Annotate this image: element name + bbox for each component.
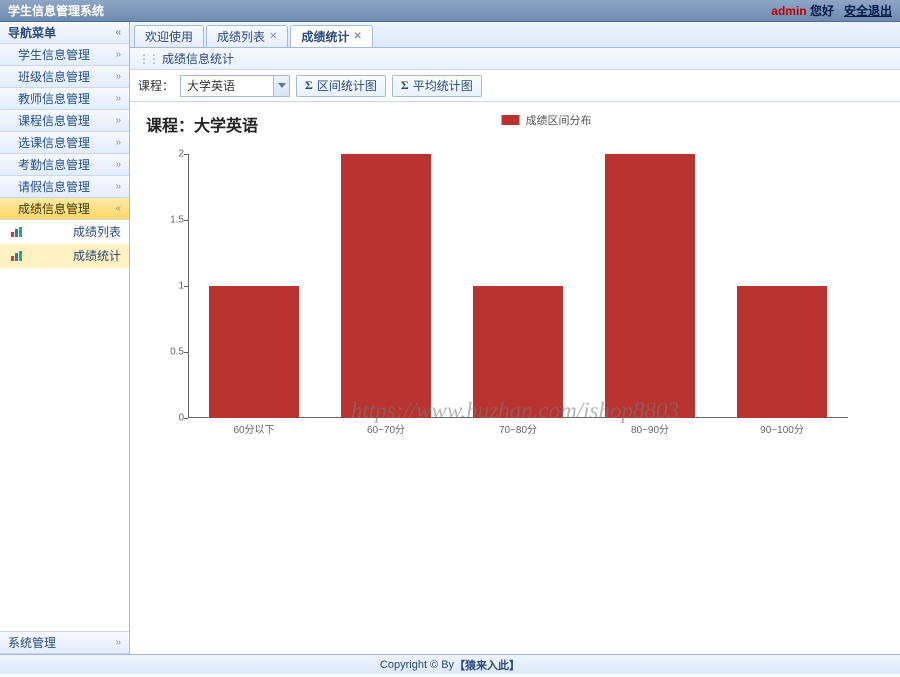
button-label: 区间统计图 — [317, 77, 377, 94]
interval-chart-button[interactable]: Σ 区间统计图 — [296, 75, 386, 97]
logout-link[interactable]: 安全退出 — [844, 2, 892, 19]
chart-legend: 成绩区间分布 — [502, 112, 592, 128]
grip-icon: ⋮⋮ — [138, 52, 158, 66]
sidebar-item-leave[interactable]: 请假信息管理 » — [0, 176, 129, 198]
sidebar-submenu: 成绩列表 成绩统计 — [0, 220, 129, 632]
sidebar-sub-label: 成绩列表 — [73, 221, 121, 243]
chevron-icon: » — [115, 132, 121, 154]
chart-bar — [209, 286, 299, 418]
x-tick-label: 60~70分 — [367, 421, 405, 436]
sidebar-item-select[interactable]: 选课信息管理 » — [0, 132, 129, 154]
app-title: 学生信息管理系统 — [8, 2, 104, 19]
close-icon[interactable]: ✕ — [353, 31, 361, 42]
sidebar: 导航菜单 « 学生信息管理 » 班级信息管理 » 教师信息管理 » 课程信息管理 » 选… — [0, 22, 130, 654]
bar-chart-icon — [10, 226, 24, 238]
greet-text: 您好 — [810, 4, 834, 18]
chart-bar — [605, 154, 695, 418]
y-tick-label: 1 — [160, 281, 184, 292]
tab-label: 欢迎使用 — [145, 28, 193, 45]
sigma-icon: Σ — [401, 78, 409, 93]
y-tick — [184, 418, 188, 419]
y-tick — [184, 154, 188, 155]
y-axis — [188, 154, 189, 418]
y-tick-label: 2 — [160, 149, 184, 160]
x-tick-label: 60分以下 — [233, 421, 274, 436]
avg-chart-button[interactable]: Σ 平均统计图 — [392, 75, 482, 97]
app-header: 学生信息管理系统 admin 您好 安全退出 — [0, 0, 900, 22]
chart-area: 课程：大学英语 成绩区间分布 00.511.5260分以下60~70分70~80… — [130, 102, 900, 654]
y-tick-label: 1.5 — [160, 215, 184, 226]
x-tick-label: 90~100分 — [760, 421, 804, 436]
sidebar-item-label: 成绩信息管理 — [18, 198, 90, 220]
tab-welcome[interactable]: 欢迎使用 — [134, 25, 204, 47]
sidebar-item-class[interactable]: 班级信息管理 » — [0, 66, 129, 88]
sidebar-sub-score-list[interactable]: 成绩列表 — [0, 220, 129, 244]
y-tick — [184, 286, 188, 287]
course-select-value: 大学英语 — [187, 77, 235, 94]
chevron-icon: » — [115, 110, 121, 132]
sidebar-sub-score-stats[interactable]: 成绩统计 — [0, 244, 129, 268]
toolbar: 课程： 大学英语 Σ 区间统计图 Σ 平均统计图 — [130, 70, 900, 102]
chevron-icon: » — [115, 66, 121, 88]
chevron-icon: » — [115, 176, 121, 198]
chevron-icon: » — [115, 632, 121, 654]
y-tick-label: 0 — [160, 413, 184, 424]
tab-bar: 欢迎使用 成绩列表 ✕ 成绩统计 ✕ — [130, 22, 900, 48]
button-label: 平均统计图 — [413, 77, 473, 94]
y-tick — [184, 352, 188, 353]
legend-swatch — [502, 115, 520, 125]
chart-bar — [737, 286, 827, 418]
sidebar-item-student[interactable]: 学生信息管理 » — [0, 44, 129, 66]
y-tick — [184, 220, 188, 221]
sidebar-item-label: 系统管理 — [8, 632, 56, 654]
sidebar-title-label: 导航菜单 — [8, 22, 56, 44]
chart-bar — [341, 154, 431, 418]
chevron-icon: « — [115, 198, 121, 220]
sidebar-item-label: 选课信息管理 — [18, 132, 90, 154]
sidebar-item-teacher[interactable]: 教师信息管理 » — [0, 88, 129, 110]
chart-plot: 00.511.5260分以下60~70分70~80分80~90分90~100分 — [188, 154, 848, 434]
x-tick-label: 70~80分 — [499, 421, 537, 436]
panel-subtitle-bar: ⋮⋮ 成绩信息统计 — [130, 48, 900, 70]
sidebar-item-attend[interactable]: 考勤信息管理 » — [0, 154, 129, 176]
sigma-icon: Σ — [305, 78, 313, 93]
chevron-icon: » — [115, 44, 121, 66]
legend-label: 成绩区间分布 — [526, 112, 592, 128]
sidebar-item-score[interactable]: 成绩信息管理 « — [0, 198, 129, 220]
chevron-down-icon — [273, 76, 289, 96]
course-label: 课程： — [138, 77, 174, 94]
chevron-icon: » — [115, 88, 121, 110]
chart-bar — [473, 286, 563, 418]
sidebar-item-label: 课程信息管理 — [18, 110, 90, 132]
sidebar-item-course[interactable]: 课程信息管理 » — [0, 110, 129, 132]
tab-label: 成绩列表 — [217, 28, 265, 45]
sidebar-item-label: 请假信息管理 — [18, 176, 90, 198]
course-select[interactable]: 大学英语 — [180, 75, 290, 97]
footer: Copyright © By 【猿来入此】 — [0, 654, 900, 674]
tab-score-list[interactable]: 成绩列表 ✕ — [206, 25, 288, 47]
sidebar-item-label: 学生信息管理 — [18, 44, 90, 66]
tab-label: 成绩统计 — [301, 28, 349, 45]
bar-chart-icon — [10, 250, 24, 262]
current-user: admin — [771, 4, 806, 18]
collapse-icon[interactable]: « — [115, 22, 121, 44]
footer-prefix: Copyright © By — [380, 659, 454, 671]
footer-author: 【猿来入此】 — [454, 657, 520, 673]
y-tick-label: 0.5 — [160, 347, 184, 358]
main-panel: 欢迎使用 成绩列表 ✕ 成绩统计 ✕ ⋮⋮ 成绩信息统计 课程： 大学英语 Σ 区间统… — [130, 22, 900, 654]
x-tick-label: 80~90分 — [631, 421, 669, 436]
sidebar-item-label: 考勤信息管理 — [18, 154, 90, 176]
chevron-icon: » — [115, 154, 121, 176]
sidebar-item-system[interactable]: 系统管理 » — [0, 632, 129, 654]
sidebar-title: 导航菜单 « — [0, 22, 129, 44]
tab-score-stats[interactable]: 成绩统计 ✕ — [290, 25, 372, 47]
sidebar-item-label: 班级信息管理 — [18, 66, 90, 88]
sidebar-sub-label: 成绩统计 — [73, 245, 121, 267]
sidebar-item-label: 教师信息管理 — [18, 88, 90, 110]
panel-subtitle: 成绩信息统计 — [162, 50, 234, 67]
close-icon[interactable]: ✕ — [269, 31, 277, 42]
